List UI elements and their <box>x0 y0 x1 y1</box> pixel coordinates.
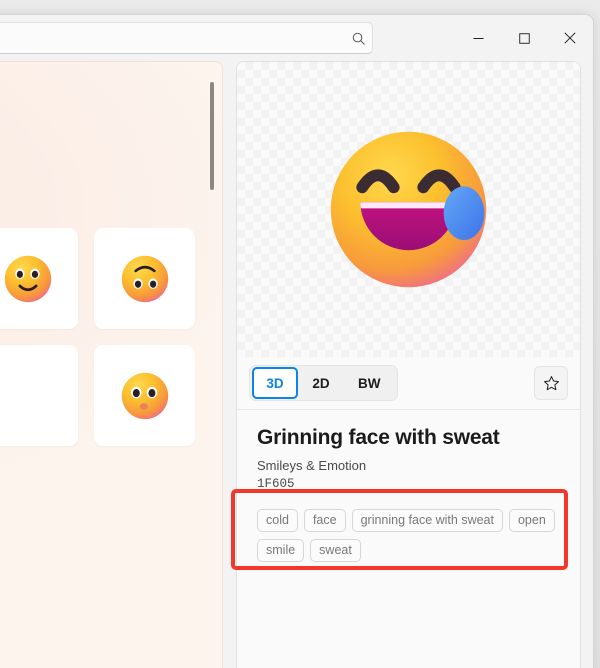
emoji-preview <box>330 131 487 288</box>
emoji-tag[interactable]: face <box>303 509 346 532</box>
emoji-tile[interactable] <box>0 228 78 329</box>
star-outline-icon <box>543 375 559 390</box>
browse-scrollbar-thumb[interactable] <box>210 82 214 190</box>
style-tab-group: 3D 2D BW <box>249 365 398 401</box>
style-tab-bw[interactable]: BW <box>344 367 395 399</box>
browse-pane <box>0 61 223 668</box>
emoji-tile[interactable] <box>94 345 195 446</box>
style-tabs-row: 3D 2D BW <box>237 357 580 409</box>
favorite-button[interactable] <box>534 366 568 400</box>
emoji-tag[interactable]: cold <box>257 509 298 532</box>
emoji-grid <box>0 228 222 563</box>
search-input[interactable] <box>0 31 344 45</box>
emoji-tag[interactable]: grinning face with sweat <box>351 509 503 532</box>
maximize-button[interactable] <box>501 15 547 61</box>
emoji-title: Grinning face with sweat <box>257 426 500 449</box>
search-icon[interactable] <box>344 23 372 53</box>
title-bar <box>0 15 593 61</box>
detail-pane: 3D 2D BW Grinning face with sweat Smileys … <box>236 61 581 668</box>
emoji-glyph <box>121 372 168 419</box>
emoji-codepoint: 1F605 <box>257 477 295 491</box>
emoji-preview-area <box>237 62 580 357</box>
emoji-tile[interactable] <box>0 345 78 446</box>
close-button[interactable] <box>547 15 593 61</box>
emoji-app-window: 3D 2D BW Grinning face with sweat Smileys … <box>0 14 594 668</box>
style-tab-2d[interactable]: 2D <box>298 367 344 399</box>
window-controls <box>455 15 593 61</box>
emoji-glyph <box>4 255 51 302</box>
emoji-tag[interactable]: open <box>508 509 555 532</box>
screen: 3D 2D BW Grinning face with sweat Smileys … <box>0 0 600 668</box>
style-tab-3d[interactable]: 3D <box>252 367 298 399</box>
minimize-button[interactable] <box>455 15 501 61</box>
window-content: 3D 2D BW Grinning face with sweat Smileys … <box>0 61 593 668</box>
emoji-tag[interactable]: sweat <box>310 539 361 562</box>
browse-scrollbar-track[interactable] <box>210 82 214 602</box>
emoji-tile[interactable] <box>94 228 195 329</box>
emoji-glyph <box>0 367 57 425</box>
emoji-glyph <box>121 255 168 302</box>
detail-body: Grinning face with sweat Smileys & Emoti… <box>237 410 580 562</box>
emoji-group: Smileys & Emotion <box>257 458 367 473</box>
search-box[interactable] <box>0 22 373 54</box>
emoji-tag[interactable]: smile <box>257 539 305 562</box>
emoji-tags: cold face grinning face with sweat open smil… <box>257 505 560 562</box>
